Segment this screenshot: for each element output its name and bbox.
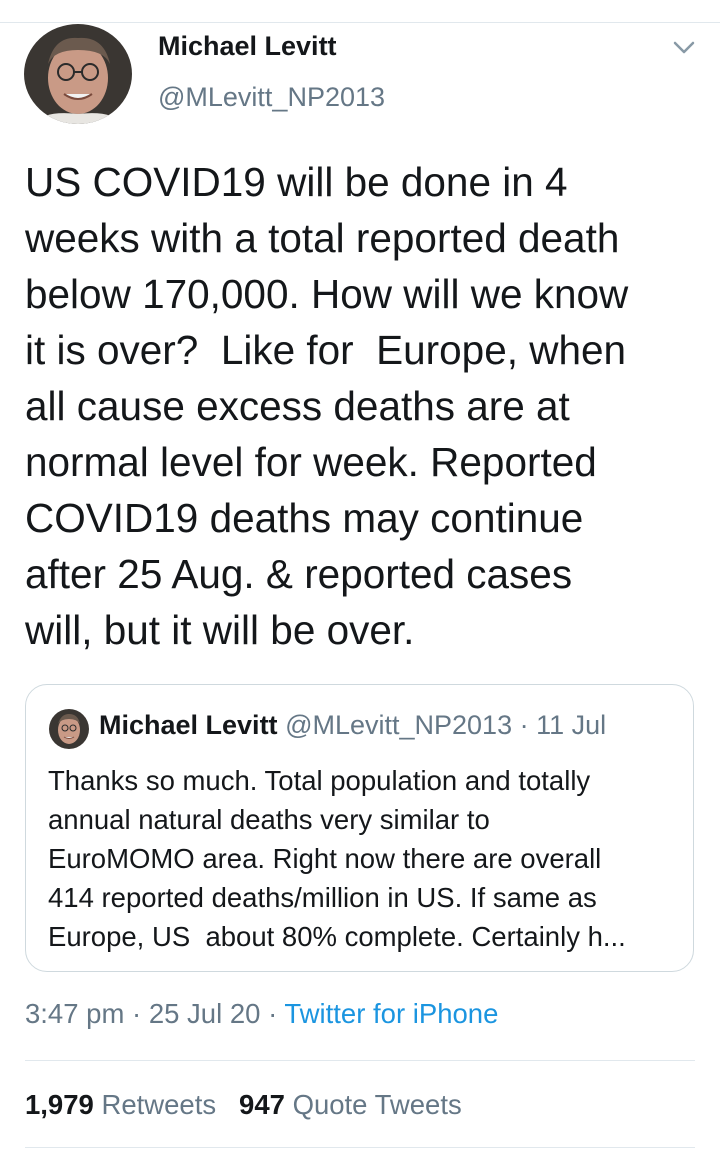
author-avatar[interactable] <box>24 24 132 124</box>
quoted-date: 11 Jul <box>536 710 607 740</box>
meta-separator: · <box>260 998 285 1029</box>
stats-divider-bottom <box>25 1147 695 1148</box>
quoted-tweet-header: Michael Levitt @MLevitt_NP2013 · 11 Jul <box>99 710 606 741</box>
tweet-metadata: 3:47 pm · 25 Jul 20 · Twitter for iPhone <box>25 998 498 1030</box>
tweet-source-link[interactable]: Twitter for iPhone <box>284 998 498 1029</box>
tweet-time[interactable]: 3:47 pm <box>25 998 124 1029</box>
quoted-separator: · <box>512 710 537 740</box>
author-handle[interactable]: @MLevitt_NP2013 <box>158 82 385 113</box>
quote-tweets-count: 947 <box>239 1089 285 1120</box>
more-options-button[interactable] <box>670 34 698 62</box>
quoted-author-handle: @MLevitt_NP2013 <box>285 710 513 740</box>
quoted-tweet-card[interactable]: Michael Levitt @MLevitt_NP2013 · 11 Jul … <box>25 684 694 972</box>
tweet-stats: 1,979 Retweets 947 Quote Tweets <box>25 1089 462 1121</box>
quoted-author-avatar <box>49 709 89 749</box>
retweets-label: Retweets <box>101 1089 217 1120</box>
top-divider <box>0 22 720 23</box>
retweets-count: 1,979 <box>25 1089 94 1120</box>
tweet-text: US COVID19 will be done in 4 weeks with … <box>25 159 629 653</box>
stats-divider-top <box>25 1060 695 1061</box>
quoted-author-name: Michael Levitt <box>99 710 278 740</box>
quote-tweets-label: Quote Tweets <box>292 1089 462 1120</box>
meta-separator: · <box>124 998 149 1029</box>
quote-tweets-stat[interactable]: 947 Quote Tweets <box>239 1089 462 1120</box>
tweet-date[interactable]: 25 Jul 20 <box>149 998 261 1029</box>
quoted-tweet-text: Thanks so much. Total population and tot… <box>48 765 626 952</box>
avatar-photo-icon <box>49 709 89 749</box>
retweets-stat[interactable]: 1,979 Retweets <box>25 1089 216 1120</box>
avatar-photo-icon <box>24 24 132 124</box>
chevron-down-icon <box>673 41 695 54</box>
author-name[interactable]: Michael Levitt <box>158 31 337 62</box>
